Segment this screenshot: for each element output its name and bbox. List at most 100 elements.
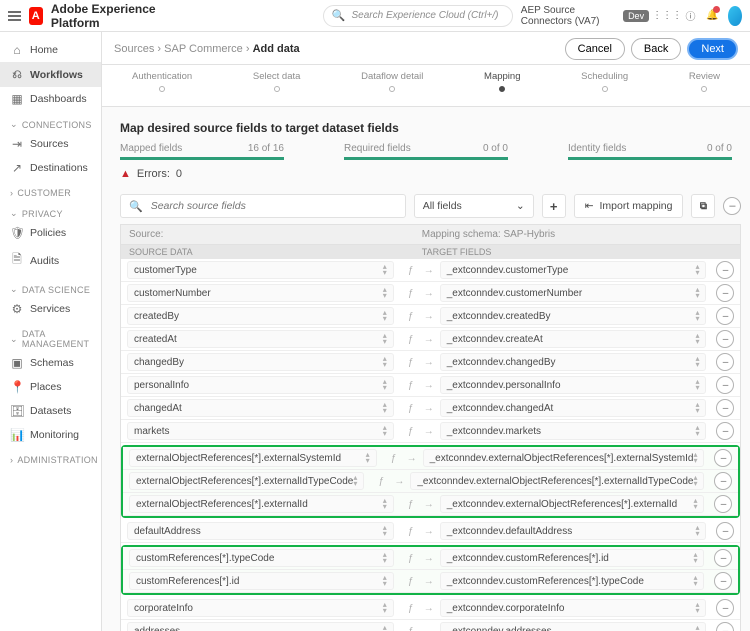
fx-icon[interactable]: ƒ <box>404 626 418 631</box>
target-field[interactable]: _extconndev.externalObjectReferences[*].… <box>423 449 705 467</box>
sidebar-item-policies[interactable]: 🛡Policies <box>0 221 101 245</box>
remove-all-button[interactable]: – <box>723 197 741 215</box>
remove-row-button[interactable]: – <box>714 572 732 590</box>
remove-row-button[interactable]: – <box>716 353 734 371</box>
sidebar-item-monitoring[interactable]: 📊Monitoring <box>0 423 101 447</box>
sidebar-item-schemas[interactable]: ▣Schemas <box>0 351 101 375</box>
source-field[interactable]: externalObjectReferences[*].externalId▴▾ <box>129 495 394 513</box>
source-field[interactable]: externalObjectReferences[*].externalSyst… <box>129 449 377 467</box>
remove-row-button[interactable]: – <box>716 422 734 440</box>
sidebar-group-administration[interactable]: › ADMINISTRATION <box>0 447 101 467</box>
bell-icon[interactable]: 🔔 <box>706 8 718 24</box>
sidebar-group-data science[interactable]: ⌄ DATA SCIENCE <box>0 276 101 297</box>
sidebar-group-privacy[interactable]: ⌄ PRIVACY <box>0 200 101 221</box>
fx-icon[interactable]: ƒ <box>404 426 418 437</box>
import-mapping-button[interactable]: ⇤ Import mapping <box>574 194 684 218</box>
avatar[interactable] <box>728 6 742 26</box>
fx-icon[interactable]: ƒ <box>374 476 388 487</box>
target-field[interactable]: _extconndev.personalInfo▴▾ <box>440 376 707 394</box>
remove-row-button[interactable]: – <box>716 622 734 631</box>
remove-row-button[interactable]: – <box>714 495 732 513</box>
source-field[interactable]: externalObjectReferences[*].externalIdTy… <box>129 472 364 490</box>
remove-row-button[interactable]: – <box>716 261 734 279</box>
sidebar-item-destinations[interactable]: ↗Destinations <box>0 156 101 180</box>
source-field[interactable]: corporateInfo▴▾ <box>127 599 394 617</box>
info-icon[interactable]: ⓘ <box>685 8 696 24</box>
target-field[interactable]: _extconndev.addresses▴▾ <box>440 622 707 631</box>
breadcrumb-sources[interactable]: Sources <box>114 43 154 55</box>
remove-row-button[interactable]: – <box>714 472 732 490</box>
source-field[interactable]: changedBy▴▾ <box>127 353 394 371</box>
target-field[interactable]: _extconndev.customReferences[*].typeCode… <box>440 572 705 590</box>
next-button[interactable]: Next <box>687 38 738 60</box>
target-field[interactable]: _extconndev.createAt▴▾ <box>440 330 707 348</box>
remove-row-button[interactable]: – <box>714 549 732 567</box>
sidebar-item-home[interactable]: ⌂Home <box>0 38 101 62</box>
preview-button[interactable]: ⧉ <box>691 194 715 218</box>
fx-icon[interactable]: ƒ <box>404 603 418 614</box>
search-input[interactable] <box>149 199 397 213</box>
target-field[interactable]: _extconndev.changedAt▴▾ <box>440 399 707 417</box>
target-field[interactable]: _extconndev.markets▴▾ <box>440 422 707 440</box>
step-select-data[interactable]: Select data <box>253 71 301 92</box>
source-field[interactable]: changedAt▴▾ <box>127 399 394 417</box>
sidebar-item-audits[interactable]: 🗎Audits <box>0 245 101 276</box>
search-source-fields[interactable]: 🔍 <box>120 194 406 218</box>
fx-icon[interactable]: ƒ <box>404 526 418 537</box>
source-field[interactable]: createdAt▴▾ <box>127 330 394 348</box>
fx-icon[interactable]: ƒ <box>404 334 418 345</box>
fx-icon[interactable]: ƒ <box>404 357 418 368</box>
source-field[interactable]: markets▴▾ <box>127 422 394 440</box>
fx-icon[interactable]: ƒ <box>404 576 418 587</box>
target-field[interactable]: _extconndev.createdBy▴▾ <box>440 307 707 325</box>
source-field[interactable]: addresses▴▾ <box>127 622 394 631</box>
source-field[interactable]: customReferences[*].id▴▾ <box>129 572 394 590</box>
step-dataflow-detail[interactable]: Dataflow detail <box>361 71 423 92</box>
source-field[interactable]: personalInfo▴▾ <box>127 376 394 394</box>
fx-icon[interactable]: ƒ <box>404 265 418 276</box>
remove-row-button[interactable]: – <box>716 307 734 325</box>
source-field[interactable]: defaultAddress▴▾ <box>127 522 394 540</box>
source-field[interactable]: createdBy▴▾ <box>127 307 394 325</box>
sidebar-item-sources[interactable]: ⇥Sources <box>0 132 101 156</box>
fx-icon[interactable]: ƒ <box>404 553 418 564</box>
source-field[interactable]: customerType▴▾ <box>127 261 394 279</box>
remove-row-button[interactable]: – <box>716 284 734 302</box>
step-mapping[interactable]: Mapping <box>484 71 520 92</box>
breadcrumb-sap[interactable]: SAP Commerce <box>164 43 243 55</box>
remove-row-button[interactable]: – <box>716 376 734 394</box>
fx-icon[interactable]: ƒ <box>404 499 418 510</box>
remove-row-button[interactable]: – <box>716 330 734 348</box>
remove-row-button[interactable]: – <box>714 449 732 467</box>
target-field[interactable]: _extconndev.externalObjectReferences[*].… <box>410 472 704 490</box>
sidebar-group-data management[interactable]: ⌄ DATA MANAGEMENT <box>0 321 101 351</box>
sidebar-item-datasets[interactable]: 🗄Datasets <box>0 399 101 423</box>
sidebar-item-dashboards[interactable]: ▦Dashboards <box>0 87 101 111</box>
step-authentication[interactable]: Authentication <box>132 71 192 92</box>
target-field[interactable]: _extconndev.corporateInfo▴▾ <box>440 599 707 617</box>
sidebar-group-connections[interactable]: ⌄ CONNECTIONS <box>0 111 101 132</box>
target-field[interactable]: _extconndev.customerNumber▴▾ <box>440 284 707 302</box>
source-field[interactable]: customReferences[*].typeCode▴▾ <box>129 549 394 567</box>
remove-row-button[interactable]: – <box>716 599 734 617</box>
apps-icon[interactable]: ⋮⋮⋮ <box>659 8 675 24</box>
target-field[interactable]: _extconndev.defaultAddress▴▾ <box>440 522 707 540</box>
target-field[interactable]: _extconndev.externalObjectReferences[*].… <box>440 495 705 513</box>
fx-icon[interactable]: ƒ <box>404 288 418 299</box>
remove-row-button[interactable]: – <box>716 522 734 540</box>
global-search[interactable]: 🔍 Search Experience Cloud (Ctrl+/) <box>323 5 513 27</box>
sidebar-item-places[interactable]: 📍Places <box>0 375 101 399</box>
fx-icon[interactable]: ƒ <box>404 403 418 414</box>
fx-icon[interactable]: ƒ <box>404 380 418 391</box>
menu-icon[interactable] <box>8 11 21 21</box>
filter-select[interactable]: All fields ⌄ <box>414 194 534 218</box>
remove-row-button[interactable]: – <box>716 399 734 417</box>
add-button[interactable]: + <box>542 194 566 218</box>
sidebar-item-services[interactable]: ⚙Services <box>0 297 101 321</box>
fx-icon[interactable]: ƒ <box>387 453 401 464</box>
source-field[interactable]: customerNumber▴▾ <box>127 284 394 302</box>
cancel-button[interactable]: Cancel <box>565 38 625 60</box>
sidebar-group-customer[interactable]: › CUSTOMER <box>0 180 101 200</box>
fx-icon[interactable]: ƒ <box>404 311 418 322</box>
back-button[interactable]: Back <box>631 38 681 60</box>
